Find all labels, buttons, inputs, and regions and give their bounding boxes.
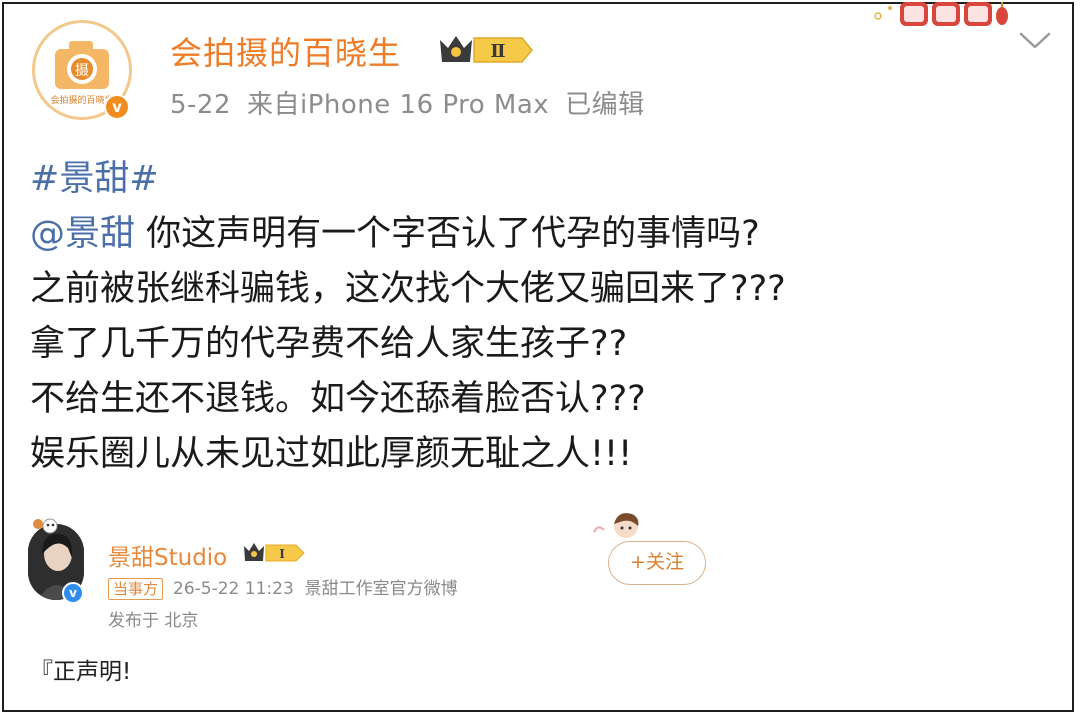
post-body: #景甜# @景甜 你这声明有一个字否认了代孕的事情吗? 之前被张继科骗钱，这次找… [30,152,1040,482]
studio-source: 景甜工作室官方微博 [304,579,458,599]
post-line-1: @景甜 你这声明有一个字否认了代孕的事情吗? [30,207,1040,262]
verified-icon: v [104,94,130,120]
edited-label[interactable]: 已编辑 [565,90,645,120]
topic-link[interactable]: #景甜# [30,159,159,199]
studio-name[interactable]: 景甜Studio [108,538,227,572]
studio-meta: 当事方 26-5-22 11:23 景甜工作室官方微博 [108,574,458,600]
location-label: 发布于 北京 [108,611,199,631]
crown-badge-icon[interactable]: Ⅱ [436,30,536,74]
svg-text:Ⅰ: Ⅰ [279,547,285,561]
mention-link[interactable]: @景甜 [30,214,135,254]
post-date: 5-22 [170,90,232,120]
topic-line: #景甜# [30,152,1040,207]
post-line-5: 娱乐圈儿从未见过如此厚颜无耻之人!!! [30,434,633,474]
post-source: 来自iPhone 16 Pro Max [247,90,550,120]
statement-preview[interactable]: 『正声明! [30,652,131,686]
author-name[interactable]: 会拍摄的百晓生 [170,28,401,74]
verified-icon: v [62,582,84,604]
post-line-4: 不给生还不退钱。如今还舔着脸否认??? [30,379,646,419]
svg-text:摄: 摄 [75,63,89,79]
post-text-line: 你这声明有一个字否认了代孕的事情吗? [146,214,760,254]
follow-button[interactable]: +关注 [608,541,706,585]
chevron-down-icon[interactable] [1018,30,1052,56]
post-line-3: 拿了几千万的代孕费不给人家生孩子?? [30,324,628,364]
post-line-2: 之前被张继科骗钱，这次找个大佬又骗回来了??? [30,269,786,309]
svg-text:Ⅱ: Ⅱ [490,41,505,62]
panda-mascot-icon [30,516,60,540]
studio-timestamp: 26-5-22 11:23 [173,579,294,599]
party-tag: 当事方 [108,578,164,600]
crown-badge-icon[interactable]: Ⅰ [242,540,306,570]
post-meta: 5-22 来自iPhone 16 Pro Max 已编辑 [170,84,661,121]
